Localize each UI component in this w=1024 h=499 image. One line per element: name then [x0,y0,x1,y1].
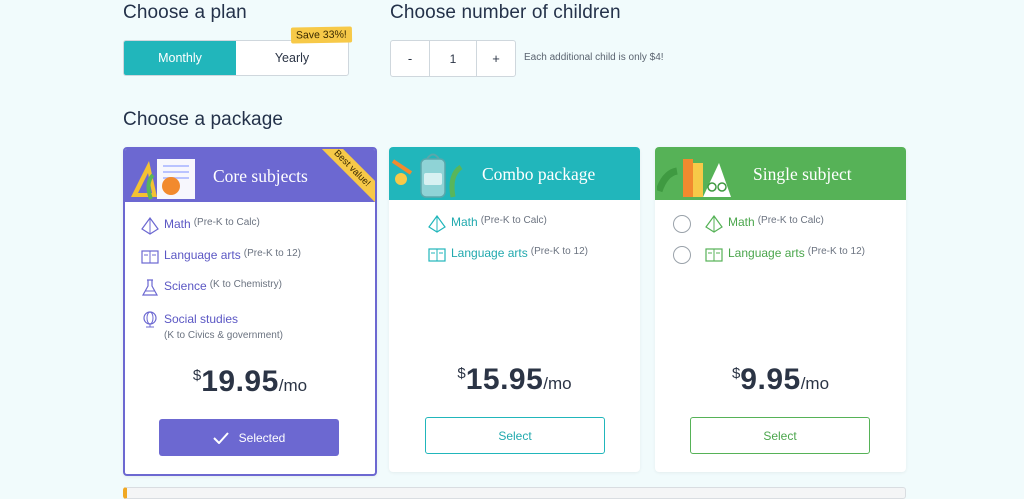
plan-toggle: Monthly Yearly [123,40,349,76]
choose-package-heading: Choose a package [123,109,284,130]
price: $15.95/mo [389,363,640,397]
card-header: Single subject [655,147,906,200]
subject-range: (Pre-K to Calc) [193,217,260,228]
subject-name: Social studies [164,312,239,326]
subject-list: Math (Pre-K to Calc) Language arts (Pre-… [428,215,588,277]
card-header: Combo package [389,147,640,200]
button-label: Selected [238,430,286,445]
price-period: /mo [278,376,308,395]
price-amount: 15.95 [465,363,544,396]
list-item: Language arts (Pre-K to 12) [141,248,301,279]
book-icon [705,248,723,262]
save-badge: Save 33%! [290,26,352,44]
subject-name: Math [164,217,191,231]
currency-symbol: $ [731,365,741,382]
children-count[interactable]: 1 [429,41,477,76]
increment-button[interactable]: + [477,41,515,76]
subject-radio-math[interactable] [673,215,691,233]
subject-range: (K to Chemistry) [209,279,282,290]
monthly-option[interactable]: Monthly [124,41,236,75]
pyramid-icon [428,215,446,233]
single-illustration-icon [657,159,731,197]
checkmark-icon [212,431,229,444]
flask-icon [141,279,159,296]
subject-name: Language arts [728,246,805,260]
pyramid-icon [141,217,159,235]
core-illustration-icon [131,159,195,200]
subject-range: (K to Civics & government) [164,330,283,341]
price: $9.95/mo [655,363,906,397]
subject-range: (Pre-K to Calc) [480,215,547,226]
card-title: Core subjects [213,166,308,186]
pyramid-icon [705,215,723,233]
list-item: Language arts (Pre-K to 12) [673,246,865,277]
list-item: Science (K to Chemistry) [141,279,301,310]
subject-name: Science [164,279,207,293]
combo-package-card[interactable]: Combo package Math (Pre-K to Calc) Langu… [389,147,640,472]
subject-name: Math [728,215,755,229]
currency-symbol: $ [457,365,466,382]
price-amount: 9.95 [740,363,801,396]
best-value-ribbon: Best value! [314,149,375,206]
single-subject-card[interactable]: Single subject Math (Pre-K to Calc) Lang… [655,147,906,472]
globe-icon [143,311,157,328]
subject-name: Math [451,215,478,229]
price-amount: 19.95 [201,365,279,398]
subject-range: (Pre-K to Calc) [757,215,824,226]
subject-list: Math (Pre-K to Calc) Language arts (Pre-… [141,217,301,350]
subject-range: (Pre-K to 12) [807,246,865,257]
select-combo-button[interactable]: Select [425,417,605,454]
selected-button[interactable]: Selected [159,419,339,456]
next-section-panel [123,487,906,499]
yearly-option[interactable]: Yearly [236,41,348,75]
subject-list: Math (Pre-K to Calc) Language arts (Pre-… [673,215,865,277]
decrement-button[interactable]: - [391,41,429,76]
list-item: Math (Pre-K to Calc) [673,215,865,246]
select-single-button[interactable]: Select [690,417,870,454]
list-item: Social studies (K to Civics & government… [141,310,301,350]
children-stepper: - 1 + [390,40,516,77]
price-period: /mo [543,374,572,393]
book-icon [141,250,159,264]
card-title: Combo package [482,164,596,184]
subject-range: (Pre-K to 12) [530,246,588,257]
price: $19.95/mo [125,365,375,399]
currency-symbol: $ [192,367,202,384]
choose-children-heading: Choose number of children [390,2,621,23]
list-item: Math (Pre-K to Calc) [428,215,588,246]
card-title: Single subject [753,164,852,184]
subject-name: Language arts [451,246,528,260]
subject-name: Language arts [164,248,241,262]
list-item: Language arts (Pre-K to 12) [428,246,588,277]
combo-illustration-icon [391,153,463,198]
book-icon [428,248,446,262]
subject-range: (Pre-K to 12) [243,248,301,259]
core-subjects-card[interactable]: Core subjects Best value! Math (Pre-K to… [123,147,377,476]
additional-child-note: Each additional child is only $4! [524,52,664,63]
list-item: Math (Pre-K to Calc) [141,217,301,248]
price-period: /mo [800,374,830,393]
subject-radio-language-arts[interactable] [673,246,691,264]
choose-plan-heading: Choose a plan [123,2,247,23]
card-header: Core subjects Best value! [125,149,375,206]
